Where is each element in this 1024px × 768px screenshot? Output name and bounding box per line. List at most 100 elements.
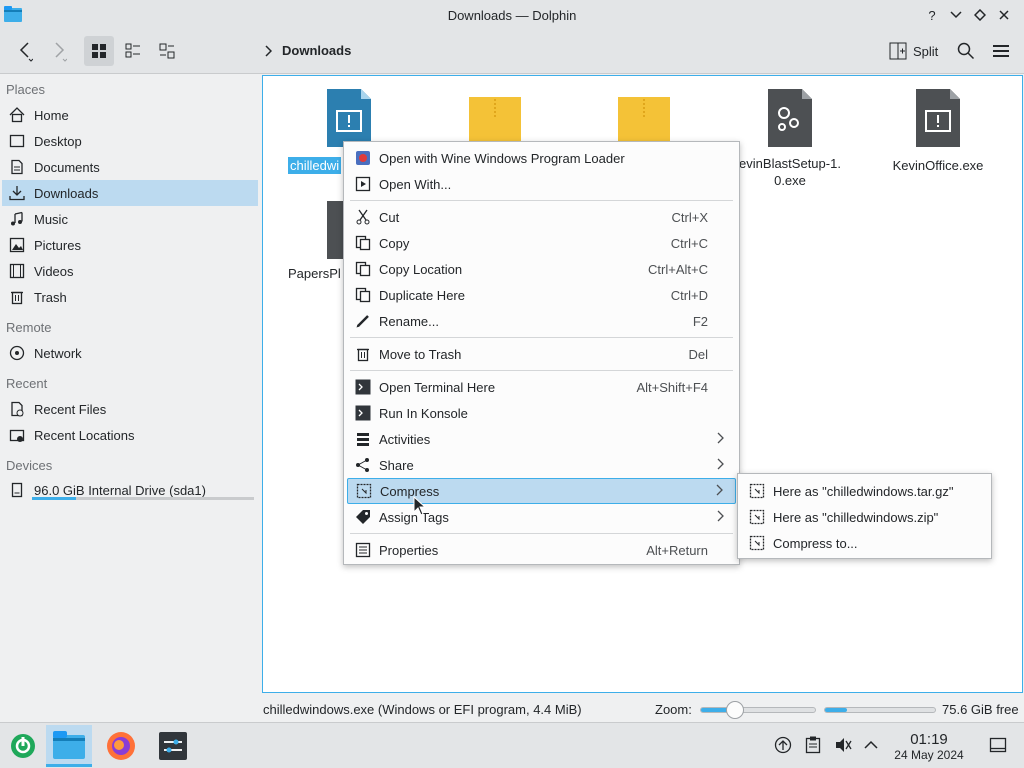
sidebar-item-pictures[interactable]: Pictures: [2, 232, 258, 258]
recent-locations-icon: [8, 426, 26, 444]
menu-item-rename[interactable]: Rename... F2: [347, 308, 736, 334]
properties-icon: [355, 542, 371, 558]
file-item-zip-1[interactable]: [430, 97, 560, 145]
breadcrumb-downloads[interactable]: Downloads: [282, 43, 351, 58]
menu-item-shortcut: Alt+Shift+F4: [636, 379, 708, 395]
sidebar-item-label: Music: [34, 211, 68, 227]
menu-item-shortcut: Ctrl+C: [670, 235, 708, 251]
sidebar-item-recent-locations[interactable]: Recent Locations: [2, 422, 258, 448]
help-button[interactable]: ?: [920, 5, 944, 25]
split-button[interactable]: Split: [889, 36, 938, 66]
search-button[interactable]: [952, 36, 980, 66]
breadcrumb[interactable]: Downloads: [264, 43, 351, 58]
firefox-icon: [107, 732, 135, 760]
menu-item-shortcut: Ctrl+Alt+C: [648, 261, 708, 277]
menu-item-open-terminal-here[interactable]: Open Terminal Here Alt+Shift+F4: [347, 374, 736, 400]
zoom-slider[interactable]: [700, 701, 816, 719]
free-space-label: 75.6 GiB free: [942, 702, 1019, 717]
konsole-icon: [355, 405, 371, 421]
task-dolphin[interactable]: [46, 725, 92, 767]
menu-item-label: Share: [379, 457, 414, 473]
hamburger-menu-button[interactable]: [987, 36, 1015, 66]
menu-item-label: Open With...: [379, 176, 452, 192]
menu-item-run-in-konsole[interactable]: Run In Konsole: [347, 400, 736, 426]
menu-item-copy-location[interactable]: Copy Location Ctrl+Alt+C: [347, 256, 736, 282]
recent-files-icon: [8, 400, 26, 418]
zoom-slider-handle[interactable]: [726, 701, 745, 719]
menu-item-assign-tags[interactable]: Assign Tags: [347, 504, 736, 530]
maximize-button[interactable]: [968, 5, 992, 25]
menu-separator: [350, 533, 733, 534]
free-space-bar: [824, 707, 936, 713]
compact-view-button[interactable]: [118, 36, 148, 66]
context-menu: Open with Wine Windows Program Loader Op…: [343, 141, 740, 565]
trash-icon: [8, 288, 26, 306]
menu-item-cut[interactable]: Cut Ctrl+X: [347, 204, 736, 230]
sidebar-item-network[interactable]: Network: [2, 340, 258, 366]
sidebar-item-desktop[interactable]: Desktop: [2, 128, 258, 154]
chevron-right-icon: [265, 44, 272, 57]
duplicate-icon: [355, 287, 371, 303]
section-title-recent: Recent: [6, 376, 48, 391]
file-item-zip-2[interactable]: [579, 97, 709, 145]
window-controls: ?: [920, 5, 1016, 25]
updates-tray-icon[interactable]: [773, 735, 793, 755]
zoom-label: Zoom:: [655, 702, 692, 717]
minimize-button[interactable]: [944, 5, 968, 25]
menu-item-share[interactable]: Share: [347, 452, 736, 478]
close-button[interactable]: [992, 5, 1016, 25]
sidebar-item-home[interactable]: Home: [2, 102, 258, 128]
menu-item-compress[interactable]: Compress: [347, 478, 736, 504]
sidebar-item-videos[interactable]: Videos: [2, 258, 258, 284]
submenu-item-label: Compress to...: [773, 535, 858, 551]
desktop-icon: [8, 132, 26, 150]
compact-view-icon: [125, 43, 140, 58]
menu-item-open-with[interactable]: Open With...: [347, 171, 736, 197]
sidebar-item-music[interactable]: Music: [2, 206, 258, 232]
menu-item-open-with-wine[interactable]: Open with Wine Windows Program Loader: [347, 145, 736, 171]
sidebar-item-label: Recent Locations: [34, 427, 135, 443]
digital-clock[interactable]: 01:19 24 May 2024: [884, 731, 974, 763]
sidebar-item-label: Documents: [34, 159, 100, 175]
sidebar-item-documents[interactable]: Documents: [2, 154, 258, 180]
menu-item-label: Properties: [379, 542, 439, 558]
file-item-kevinblastsetup[interactable]: evinBlastSetup-1. 0.exe: [725, 89, 855, 189]
submenu-item-compress-tar-gz[interactable]: Here as "chilledwindows.tar.gz": [741, 478, 988, 504]
task-firefox[interactable]: [98, 725, 144, 767]
menu-item-shortcut: Ctrl+X: [671, 209, 708, 225]
forward-button[interactable]: [44, 36, 74, 66]
icons-view-button[interactable]: [84, 36, 114, 66]
file-item-kevinoffice[interactable]: KevinOffice.exe: [873, 89, 1003, 174]
menu-item-label: Cut: [379, 209, 400, 225]
volume-muted-tray-icon[interactable]: [833, 735, 853, 755]
menu-item-properties[interactable]: Properties Alt+Return: [347, 537, 736, 563]
details-view-button[interactable]: [152, 36, 182, 66]
setup-executable-icon: [725, 89, 855, 153]
menu-item-activities[interactable]: Activities: [347, 426, 736, 452]
menu-item-label: Copy: [379, 235, 410, 251]
application-launcher-button[interactable]: [0, 725, 46, 767]
submenu-item-label: Here as "chilledwindows.zip": [773, 509, 939, 525]
task-system-settings[interactable]: [150, 725, 196, 767]
sidebar-item-label: Home: [34, 107, 69, 123]
activities-icon: [355, 431, 371, 447]
submenu-item-compress-to[interactable]: Compress to...: [741, 530, 988, 556]
submenu-item-compress-zip[interactable]: Here as "chilledwindows.zip": [741, 504, 988, 530]
drive-usage-bar: [32, 497, 254, 500]
clipboard-tray-icon[interactable]: [803, 735, 823, 755]
sidebar-item-trash[interactable]: Trash: [2, 284, 258, 310]
toolbar: Downloads Split: [0, 30, 1024, 74]
back-button[interactable]: [10, 36, 40, 66]
sidebar-item-downloads[interactable]: Downloads: [2, 180, 258, 206]
videos-icon: [8, 262, 26, 280]
section-title-devices: Devices: [6, 458, 53, 473]
menu-item-move-to-trash[interactable]: Move to Trash Del: [347, 341, 736, 367]
menu-item-copy[interactable]: Copy Ctrl+C: [347, 230, 736, 256]
menu-item-label: Compress: [380, 483, 440, 499]
menu-item-duplicate-here[interactable]: Duplicate Here Ctrl+D: [347, 282, 736, 308]
show-hidden-tray-icon[interactable]: [861, 735, 881, 755]
dolphin-folder-icon: [4, 6, 22, 22]
menu-separator: [350, 337, 733, 338]
show-desktop-icon[interactable]: [988, 735, 1008, 755]
sidebar-item-recent-files[interactable]: Recent Files: [2, 396, 258, 422]
